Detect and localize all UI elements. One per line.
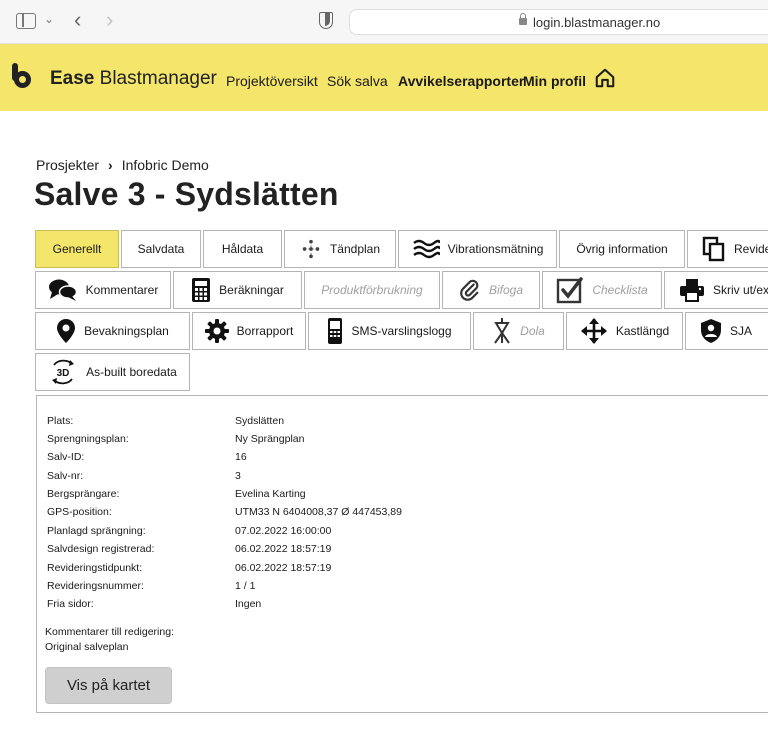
brand-name[interactable]: Ease Blastmanager	[50, 68, 217, 90]
tab-as-built-boredata[interactable]: 3D As-built boredata	[35, 353, 190, 391]
tab-dola[interactable]: Dola	[473, 312, 564, 350]
blastmanager-logo-icon[interactable]	[12, 63, 34, 89]
detail-value-plats: Sydslätten	[235, 415, 285, 427]
nav-avvikelserapporter[interactable]: Avvikelserapporter	[398, 73, 524, 89]
waves-icon	[412, 239, 440, 259]
tab-tandplan[interactable]: Tändplan	[284, 230, 396, 268]
detail-label-plats: Plats:	[47, 415, 74, 427]
tab-kommentarer[interactable]: Kommentarer	[35, 271, 171, 309]
nav-projektoversikt[interactable]: Projektöversikt	[226, 73, 318, 89]
paperclip-icon	[460, 279, 479, 301]
tab-bifoga[interactable]: Bifoga	[442, 271, 540, 309]
home-icon[interactable]	[594, 67, 616, 89]
url-text: login.blastmanager.no	[533, 15, 661, 30]
tab-kastlangd[interactable]: Kastlängd	[566, 312, 683, 350]
detail-label-revideringstidpunkt: Revideringstidpunkt:	[47, 562, 143, 574]
nav-min-profil[interactable]: Min profil	[523, 73, 586, 89]
breadcrumb-current[interactable]: Infobric Demo	[122, 157, 209, 173]
detail-value-salv-id: 16	[235, 451, 247, 463]
comment-value: Original salveplan	[45, 641, 129, 653]
forward-arrow-icon[interactable]: ›	[106, 7, 113, 33]
detail-value-revideringstidpunkt: 06.02.2022 18:57:19	[235, 562, 332, 574]
detail-value-salvdesign: 06.02.2022 18:57:19	[235, 543, 332, 555]
copy-icon	[702, 236, 725, 262]
gear-icon	[204, 319, 229, 343]
app-header: Ease Blastmanager Projektöversikt Sök sa…	[0, 44, 768, 111]
tab-sms-varslingslogg[interactable]: SMS-varslingslogg	[308, 312, 471, 350]
tab-sja[interactable]: SJA	[685, 312, 768, 350]
tab-produktforbrukning[interactable]: Produktförbrukning	[304, 271, 440, 309]
breadcrumb-root[interactable]: Prosjekter	[36, 157, 99, 173]
detail-value-sprengningsplan: Ny Sprängplan	[235, 433, 305, 445]
comment-label: Kommentarer till redigering:	[45, 626, 174, 638]
printer-icon	[680, 279, 704, 302]
rotate-3d-icon: 3D	[52, 359, 75, 385]
show-on-map-button[interactable]: Vis på kartet	[45, 667, 172, 704]
tab-berakningar[interactable]: Beräkningar	[173, 271, 302, 309]
detail-label-sprengningsplan: Sprengningsplan:	[47, 433, 129, 445]
shield-person-icon	[701, 319, 721, 343]
back-arrow-icon[interactable]: ‹	[74, 7, 81, 33]
dola-icon	[494, 318, 510, 344]
detail-label-salv-id: Salv-ID:	[47, 451, 85, 463]
calculator-icon	[192, 278, 211, 302]
lock-icon	[519, 13, 527, 25]
detail-value-salv-nr: 3	[235, 470, 241, 482]
tab-revidering[interactable]: Revide	[687, 230, 768, 268]
tab-borrapport[interactable]: Borrapport	[192, 312, 306, 350]
detail-label-revideringsnummer: Revideringsnummer:	[47, 580, 144, 592]
checkbox-icon	[557, 277, 584, 304]
tab-vibrationsmatning[interactable]: Vibrationsmätning	[398, 230, 557, 268]
detail-label-bergsprangare: Bergsprängare:	[47, 488, 120, 500]
tab-salvdata[interactable]: Salvdata	[121, 230, 201, 268]
nav-sok-salva[interactable]: Sök salva	[327, 73, 388, 89]
tab-bevakningsplan[interactable]: Bevakningsplan	[35, 312, 190, 350]
detail-value-planlagd: 07.02.2022 16:00:00	[235, 525, 332, 537]
chevron-down-icon[interactable]: ⌄	[44, 12, 54, 26]
svg-text:3D: 3D	[57, 368, 70, 379]
chat-icon	[48, 279, 77, 301]
move-arrows-icon	[580, 318, 607, 344]
tab-skriv-ut[interactable]: Skriv ut/exp	[664, 271, 768, 309]
tab-haldata[interactable]: Håldata	[203, 230, 282, 268]
detail-value-gps: UTM33 N 6404008,37 Ø 447453,89	[235, 506, 402, 518]
address-bar[interactable]: login.blastmanager.no	[349, 9, 768, 35]
detail-label-gps: GPS-position:	[47, 506, 112, 518]
detail-label-planlagd: Planlagd sprängning:	[47, 525, 146, 537]
page-title: Salve 3 - Sydslätten	[34, 176, 339, 212]
phone-icon	[328, 318, 343, 344]
detail-label-salvdesign: Salvdesign registrerad:	[47, 543, 155, 555]
breadcrumb: Prosjekter › Infobric Demo	[36, 157, 209, 173]
map-pin-icon	[57, 319, 76, 343]
detail-value-revideringsnummer: 1 / 1	[235, 580, 256, 592]
detail-value-bergsprangare: Evelina Karting	[235, 488, 306, 500]
detail-value-fria-sidor: Ingen	[235, 598, 262, 610]
detail-label-salv-nr: Salv-nr:	[47, 470, 84, 482]
tab-generellt[interactable]: Generellt	[35, 230, 119, 268]
tandplan-icon	[302, 239, 320, 259]
privacy-shield-icon[interactable]	[319, 12, 333, 29]
tab-checklista[interactable]: Checklista	[542, 271, 662, 309]
browser-toolbar: ⌄ ‹ › login.blastmanager.no	[0, 0, 768, 44]
tab-ovrig-information[interactable]: Övrig information	[559, 230, 685, 268]
breadcrumb-separator: ›	[108, 157, 113, 173]
detail-label-fria-sidor: Fria sidor:	[47, 598, 94, 610]
sidebar-toggle-icon[interactable]	[16, 13, 36, 29]
